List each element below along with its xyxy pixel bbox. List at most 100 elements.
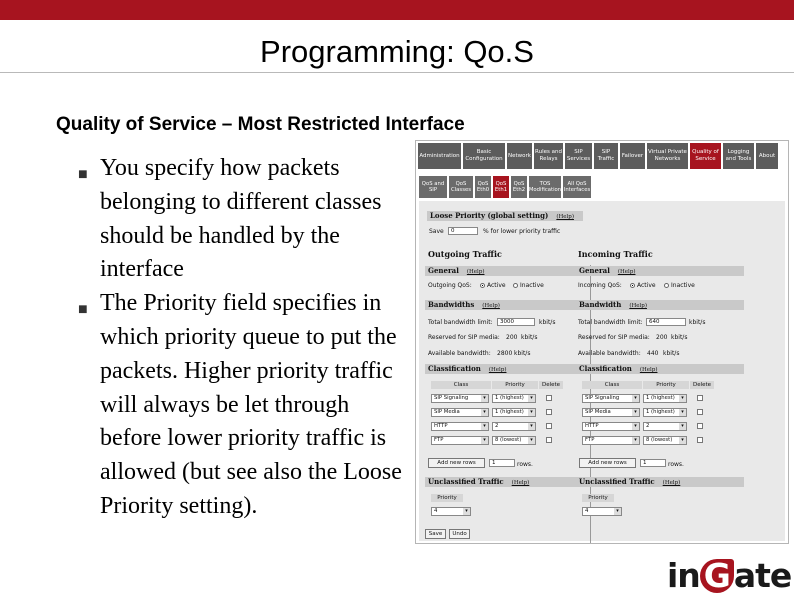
delete-checkbox[interactable] — [697, 423, 703, 429]
priority-select[interactable]: 2 ▾ — [643, 422, 687, 431]
outgoing-general-header: General (Help) — [425, 266, 585, 276]
qos-subtabs: QoS and SIP QoS Classes QoS Eth0 QoS Eth… — [419, 176, 785, 198]
incoming-reserved-label: Reserved for SIP media: — [578, 334, 650, 341]
delete-checkbox[interactable] — [697, 409, 703, 415]
nav-administration[interactable]: Administration — [418, 143, 461, 169]
help-link[interactable]: (Help) — [629, 303, 647, 309]
delete-checkbox[interactable] — [546, 395, 552, 401]
nav-rules-relays[interactable]: Rules and Relays — [534, 143, 563, 169]
class-select[interactable]: HTTP ▾ — [582, 422, 640, 431]
chevron-down-icon: ▾ — [528, 409, 535, 416]
incoming-active-label: Active — [637, 282, 656, 289]
outgoing-active-radio[interactable] — [480, 283, 485, 288]
tab-qos-eth2[interactable]: QoS Eth2 — [511, 176, 527, 198]
priority-select[interactable]: 1 (highest) ▾ — [492, 394, 536, 403]
nav-sip-traffic[interactable]: SIP Traffic — [594, 143, 618, 169]
tab-all-qos-interfaces[interactable]: All QoS Interfaces — [563, 176, 591, 198]
help-link[interactable]: (Help) — [512, 480, 530, 486]
help-link[interactable]: (Help) — [482, 303, 500, 309]
chevron-down-icon: ▾ — [679, 409, 686, 416]
nav-quality-of-service[interactable]: Quality of Service — [690, 143, 721, 169]
outgoing-available-value: 2800 — [497, 350, 513, 357]
priority-select[interactable]: 8 (lowest) ▾ — [643, 436, 687, 445]
add-rows-button[interactable]: Add new rows — [579, 458, 636, 468]
col-priority: Priority — [582, 494, 614, 502]
priority-select[interactable]: 1 (highest) ▾ — [492, 408, 536, 417]
delete-checkbox[interactable] — [546, 409, 552, 415]
class-select[interactable]: FTP ▾ — [431, 436, 489, 445]
class-select[interactable]: HTTP ▾ — [431, 422, 489, 431]
chevron-down-icon: ▾ — [679, 437, 686, 444]
chevron-down-icon: ▾ — [528, 395, 535, 402]
outgoing-total-unit: kbit/s — [539, 319, 556, 326]
logo-g-mark: G — [699, 559, 734, 593]
outgoing-heading: Outgoing Traffic — [428, 249, 502, 259]
outgoing-available-label: Available bandwidth: — [428, 350, 491, 357]
col-priority: Priority — [492, 381, 538, 389]
help-link[interactable]: (Help) — [640, 367, 658, 373]
incoming-heading: Incoming Traffic — [578, 249, 653, 259]
class-select[interactable]: SIP Media ▾ — [582, 408, 640, 417]
priority-select[interactable]: 1 (highest) ▾ — [643, 394, 687, 403]
add-rows-input[interactable]: 1 — [640, 459, 666, 467]
save-button[interactable]: Save — [425, 529, 446, 539]
class-select[interactable]: SIP Media ▾ — [431, 408, 489, 417]
bullet-text: You specify how packets belonging to dif… — [100, 155, 382, 283]
nav-failover[interactable]: Failover — [620, 143, 645, 169]
help-link[interactable]: (Help) — [618, 269, 636, 275]
add-rows-input[interactable]: 1 — [489, 459, 515, 467]
outgoing-total-label: Total bandwidth limit: — [428, 319, 493, 326]
nav-vpn[interactable]: Virtual Private Networks — [647, 143, 688, 169]
tab-tos-modification[interactable]: TOS Modification — [529, 176, 561, 198]
incoming-general-header: General (Help) — [576, 266, 744, 276]
unclassified-priority-select[interactable]: 4 ▾ — [431, 507, 471, 516]
delete-checkbox[interactable] — [697, 395, 703, 401]
add-rows-button[interactable]: Add new rows — [428, 458, 485, 468]
incoming-available-label: Available bandwidth: — [578, 350, 641, 357]
tab-qos-sip[interactable]: QoS and SIP — [419, 176, 447, 198]
help-link[interactable]: (Help) — [556, 214, 574, 220]
delete-checkbox[interactable] — [697, 437, 703, 443]
help-link[interactable]: (Help) — [663, 480, 681, 486]
class-select[interactable]: SIP Signaling ▾ — [431, 394, 489, 403]
unclassified-priority-select[interactable]: 4 ▾ — [582, 507, 622, 516]
nav-sip-services[interactable]: SIP Services — [565, 143, 592, 169]
chevron-down-icon: ▾ — [632, 437, 639, 444]
nav-logging-tools[interactable]: Logging and Tools — [723, 143, 754, 169]
chevron-down-icon: ▾ — [481, 395, 488, 402]
class-select[interactable]: SIP Signaling ▾ — [582, 394, 640, 403]
incoming-inactive-label: Inactive — [671, 282, 695, 289]
undo-button[interactable]: Undo — [449, 529, 470, 539]
tab-qos-eth1[interactable]: QoS Eth1 — [493, 176, 509, 198]
nav-network[interactable]: Network — [507, 143, 532, 169]
outgoing-inactive-radio[interactable] — [513, 283, 518, 288]
nav-basic-configuration[interactable]: Basic Configuration — [463, 143, 505, 169]
loose-priority-input[interactable]: 0 — [448, 227, 478, 235]
chevron-down-icon: ▾ — [481, 437, 488, 444]
class-select[interactable]: FTP ▾ — [582, 436, 640, 445]
priority-select[interactable]: 1 (highest) ▾ — [643, 408, 687, 417]
incoming-unclassified-header: Unclassified Traffic (Help) — [576, 477, 744, 487]
qos-panel: Loose Priority (global setting) (Help) Sa… — [419, 201, 785, 543]
help-link[interactable]: (Help) — [489, 367, 507, 373]
outgoing-total-input[interactable]: 3000 — [497, 318, 535, 326]
rows-label: rows. — [668, 461, 684, 468]
col-class: Class — [431, 381, 491, 389]
chevron-down-icon: ▾ — [463, 508, 470, 515]
priority-select[interactable]: 2 ▾ — [492, 422, 536, 431]
help-link[interactable]: (Help) — [467, 269, 485, 275]
nav-about[interactable]: About — [756, 143, 778, 169]
chevron-down-icon: ▾ — [632, 395, 639, 402]
incoming-classification-header: Classification (Help) — [576, 364, 744, 374]
tab-qos-classes[interactable]: QoS Classes — [449, 176, 473, 198]
incoming-active-radio[interactable] — [630, 283, 635, 288]
delete-checkbox[interactable] — [546, 423, 552, 429]
incoming-total-input[interactable]: 640 — [646, 318, 686, 326]
loose-priority-header: Loose Priority (global setting) (Help) — [427, 211, 583, 221]
priority-select[interactable]: 8 (lowest) ▾ — [492, 436, 536, 445]
top-accent-bar — [0, 0, 794, 20]
incoming-inactive-radio[interactable] — [664, 283, 669, 288]
bullet-item: ■ The Priority field specifies in which p… — [78, 287, 403, 524]
delete-checkbox[interactable] — [546, 437, 552, 443]
tab-qos-eth0[interactable]: QoS Eth0 — [475, 176, 491, 198]
